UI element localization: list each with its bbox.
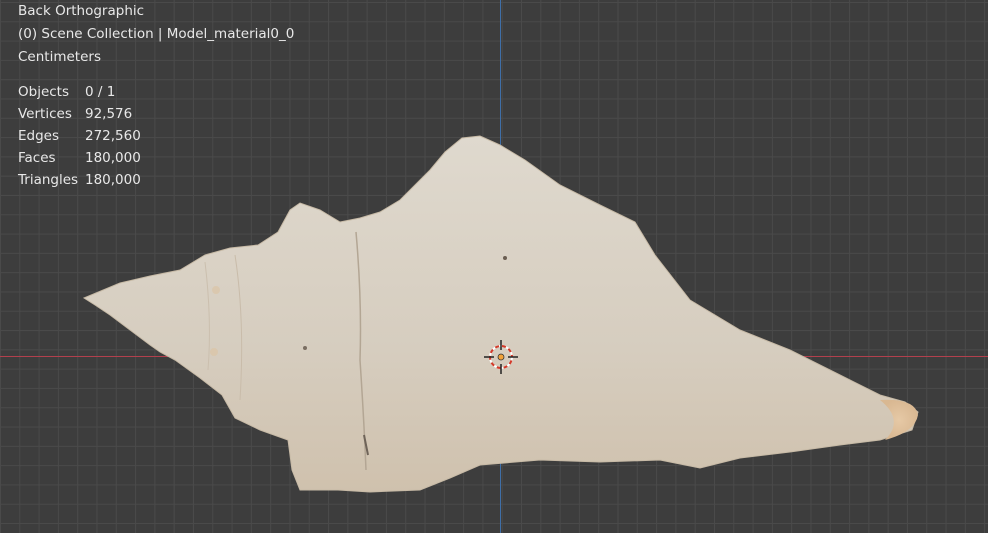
collection-info: (0) Scene Collection | Model_material0_0 [18,26,295,42]
stat-row-faces: Faces 180,000 [18,147,141,169]
stat-label: Objects [18,84,70,100]
stat-row-objects: Objects 0 / 1 [18,81,141,103]
3d-viewport[interactable] [0,0,988,533]
view-name: Back Orthographic [18,3,145,19]
stat-row-edges: Edges 272,560 [18,125,141,147]
shell-model[interactable] [0,0,988,533]
stat-label: Edges [18,128,60,144]
units-label: Centimeters [18,49,101,65]
stat-value: 272,560 [85,128,141,144]
3d-cursor-icon[interactable] [484,340,518,374]
stat-row-vertices: Vertices 92,576 [18,103,141,125]
stat-value: 92,576 [85,106,133,122]
scene-statistics: Objects 0 / 1 Vertices 92,576 Edges 272,… [18,81,141,191]
stat-label: Faces [18,150,56,166]
stat-row-triangles: Triangles 180,000 [18,169,141,191]
viewport-text-overlay: Back Orthographic (0) Scene Collection |… [18,0,294,69]
stat-label: Vertices [18,106,72,122]
stat-value: 180,000 [85,150,141,166]
stat-value: 0 / 1 [85,84,116,100]
stat-label: Triangles [18,172,79,188]
stat-value: 180,000 [85,172,141,188]
